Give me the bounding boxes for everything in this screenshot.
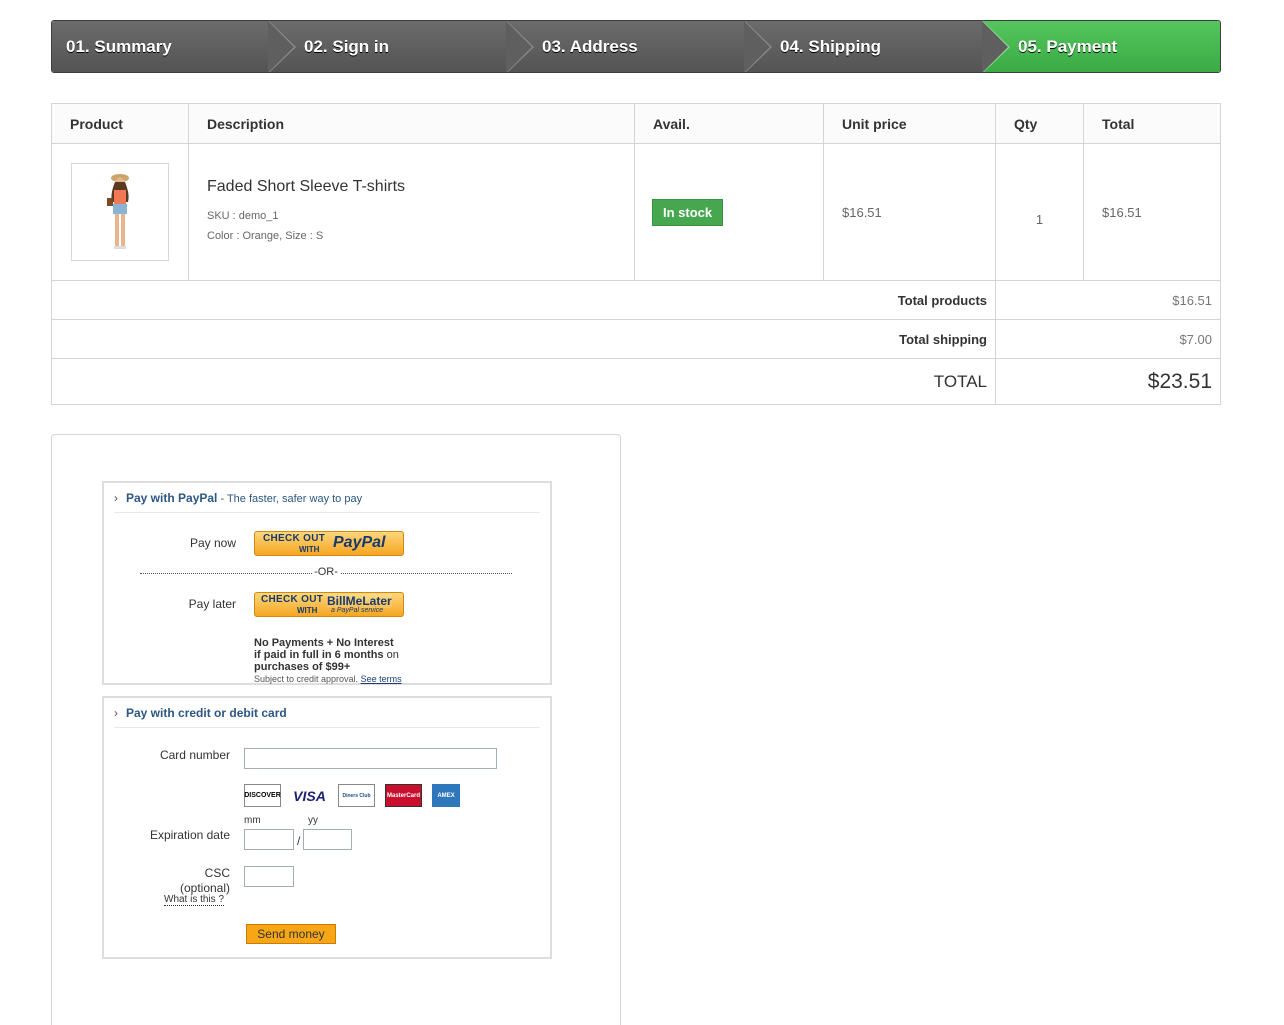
or-divider: -OR- — [140, 566, 512, 578]
card-number-input[interactable] — [244, 748, 497, 769]
card-heading: Pay with credit or debit card — [126, 706, 287, 720]
checkout-steps: 01. Summary 02. Sign in 03. Address 04. … — [51, 20, 1221, 73]
step-summary[interactable]: 01. Summary — [52, 21, 296, 72]
col-unit-price: Unit price — [823, 103, 996, 144]
cart-summary-table: Product Description Avail. Unit price Qt… — [51, 103, 1221, 405]
payment-frame: › Pay with PayPal - The faster, safer way… — [51, 434, 621, 1025]
grand-total-value: $23.51 — [995, 358, 1221, 405]
col-total: Total — [1083, 103, 1221, 144]
billmelater-checkout-button[interactable]: CHECK OUT WITH BillMeLater a PayPal serv… — [254, 592, 404, 617]
checkout-text-2: CHECK OUT — [261, 594, 324, 605]
card-panel-header: › Pay with credit or debit card — [114, 706, 540, 728]
unit-price: $16.51 — [823, 143, 996, 281]
grand-total-label: TOTAL — [51, 358, 996, 405]
status-badge: In stock — [652, 198, 724, 226]
csc-optional: (optional) — [179, 881, 230, 895]
yy-label: yy — [308, 815, 318, 826]
total-products-row: Total products $16.51 — [51, 280, 1221, 320]
send-money-button[interactable]: Send money — [246, 924, 336, 944]
table-row: Faded Short Sleeve T-shirts SKU : demo_1… — [51, 143, 1221, 281]
total-shipping-label: Total shipping — [51, 319, 996, 359]
paypal-logo-icon: PayPal — [333, 534, 386, 551]
step-shipping-label: 04. Shipping — [780, 37, 882, 56]
quantity: 1 — [995, 143, 1084, 281]
total-products-value: $16.51 — [995, 280, 1221, 320]
paypal-panel-header: › Pay with PayPal - The faster, safer way… — [114, 491, 540, 513]
nopay-line3: purchases of $99+ — [254, 661, 351, 673]
card-number-label: Card number — [159, 748, 230, 762]
chevron-right-icon: › — [114, 706, 118, 720]
col-availability: Avail. — [634, 103, 824, 144]
product-name-link[interactable]: Faded Short Sleeve T-shirts — [207, 178, 634, 196]
with-text: WITH — [299, 545, 320, 554]
mastercard-icon: MasterCard — [385, 784, 422, 807]
mm-label: mm — [244, 815, 261, 826]
card-logos: DISCOVER VISA Diners Club MasterCard AME… — [244, 784, 460, 807]
nopay-line1: No Payments + No Interest — [254, 637, 394, 649]
card-panel: › Pay with credit or debit card Card numb… — [102, 696, 552, 959]
with-text-2: WITH — [297, 606, 318, 615]
step-sign-in-label: 02. Sign in — [304, 37, 390, 56]
grand-total-row: TOTAL $23.51 — [51, 358, 1221, 405]
pay-later-label: Pay later — [188, 597, 236, 611]
product-sku: SKU : demo_1 — [207, 210, 279, 222]
see-terms-link[interactable]: See terms — [361, 674, 402, 684]
step-address-label: 03. Address — [542, 37, 638, 56]
total-shipping-value: $7.00 — [995, 319, 1221, 359]
total-shipping-row: Total shipping $7.00 — [51, 319, 1221, 359]
col-description: Description — [188, 103, 635, 144]
or-text: -OR- — [312, 566, 340, 578]
expiry-month-input[interactable] — [244, 829, 294, 850]
paypal-checkout-button[interactable]: CHECK OUT WITH PayPal — [254, 531, 404, 556]
billmelater-logo-icon: BillMeLater — [327, 594, 392, 608]
csc-label: CSC — [204, 866, 230, 880]
step-address[interactable]: 03. Address — [506, 21, 772, 72]
fine-print: Subject to credit approval. — [254, 674, 361, 684]
line-total: $16.51 — [1083, 143, 1221, 281]
step-sign-in[interactable]: 02. Sign in — [268, 21, 534, 72]
col-qty: Qty — [995, 103, 1084, 144]
chevron-right-icon: › — [114, 491, 118, 505]
diners-club-icon: Diners Club — [338, 784, 375, 807]
step-shipping[interactable]: 04. Shipping — [744, 21, 1010, 72]
step-summary-label: 01. Summary — [66, 37, 172, 56]
step-payment-label: 05. Payment — [1018, 37, 1118, 56]
pay-now-label: Pay now — [189, 536, 236, 550]
nopay-line2: if paid in full in 6 months — [254, 649, 384, 661]
product-image[interactable] — [71, 163, 169, 261]
visa-icon: VISA — [293, 787, 326, 804]
col-product: Product — [51, 103, 189, 144]
step-payment: 05. Payment — [982, 21, 1220, 72]
paypal-heading-sub: - The faster, safer way to pay — [217, 493, 363, 505]
paypal-heading: Pay with PayPal — [126, 491, 218, 505]
expiry-slash: / — [297, 834, 301, 848]
nopay-on: on — [383, 649, 399, 661]
amex-icon: AMEX — [432, 784, 460, 807]
expiry-year-input[interactable] — [303, 829, 352, 850]
bill-me-later-terms: No Payments + No Interest if paid in ful… — [254, 637, 424, 685]
discover-icon: DISCOVER — [244, 784, 281, 807]
product-attributes: Color : Orange, Size : S — [207, 230, 324, 242]
total-products-label: Total products — [51, 280, 996, 320]
checkout-text: CHECK OUT — [263, 533, 326, 544]
what-is-this-link[interactable]: What is this ? — [164, 894, 225, 906]
expiration-label: Expiration date — [149, 828, 230, 842]
csc-input[interactable] — [244, 866, 294, 887]
billmelater-sub: a PayPal service — [331, 607, 384, 614]
model-figure-icon — [107, 174, 129, 249]
paypal-panel: › Pay with PayPal - The faster, safer way… — [102, 481, 552, 685]
